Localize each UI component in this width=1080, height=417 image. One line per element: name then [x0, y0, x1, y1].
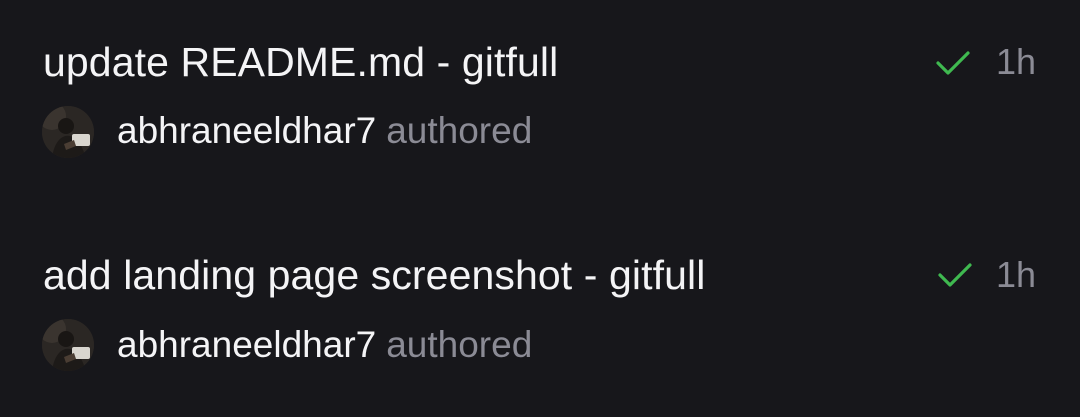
commit-item[interactable]: add landing page screenshot - gitfull 1h… — [0, 213, 1080, 393]
author-name[interactable]: abhraneeldhar7 — [117, 324, 376, 365]
author-name[interactable]: abhraneeldhar7 — [117, 110, 376, 151]
commit-list: update README.md - gitfull 1h abhraneeld… — [0, 0, 1080, 417]
commit-time: 1h — [996, 254, 1037, 295]
check-icon — [937, 261, 973, 289]
check-icon — [935, 49, 971, 77]
avatar[interactable] — [42, 319, 94, 371]
commit-time: 1h — [996, 41, 1037, 82]
commit-title[interactable]: update README.md - gitfull — [43, 38, 558, 86]
commit-item[interactable]: update README.md - gitfull 1h abhraneeld… — [0, 0, 1080, 180]
avatar[interactable] — [42, 106, 94, 158]
author-verb: authored — [386, 324, 533, 365]
author-verb: authored — [386, 110, 533, 151]
author-line: abhraneeldhar7 authored — [117, 322, 532, 368]
author-line: abhraneeldhar7 authored — [117, 108, 532, 154]
commit-title[interactable]: add landing page screenshot - gitfull — [43, 251, 705, 299]
